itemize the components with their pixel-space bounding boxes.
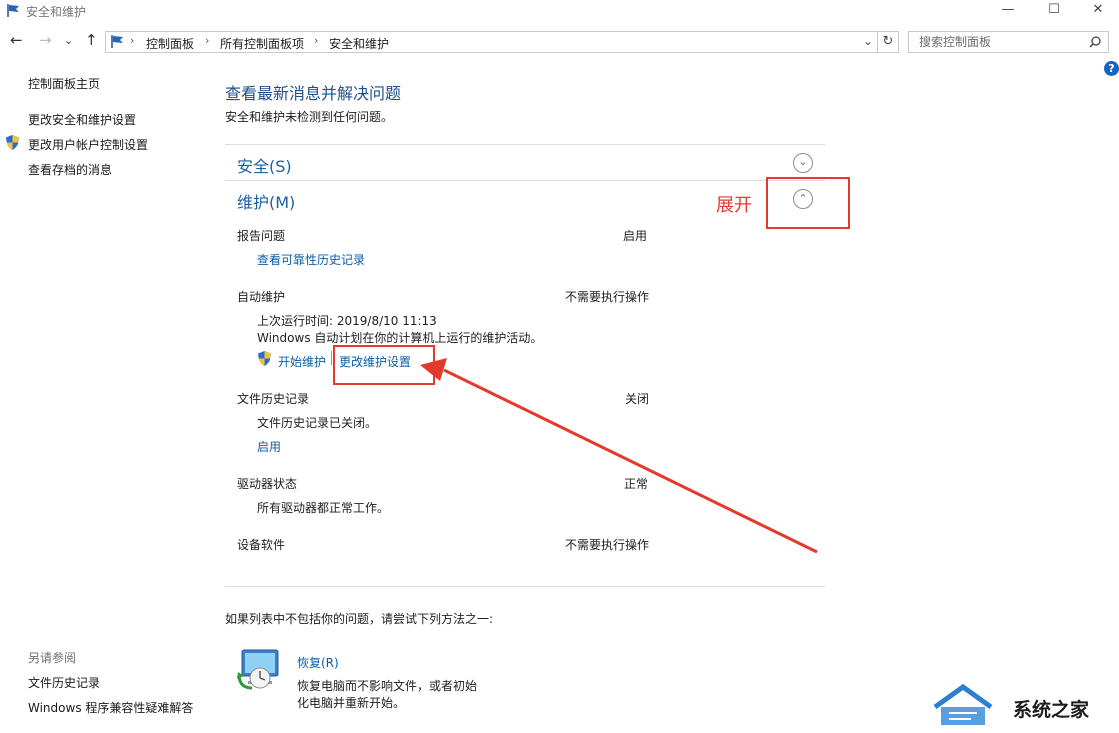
watermark: 系统之家: [931, 681, 1119, 733]
annotation-arrow: [420, 358, 818, 554]
watermark-text: 系统之家: [1013, 699, 1090, 721]
watermark-logo-icon: [933, 683, 993, 725]
